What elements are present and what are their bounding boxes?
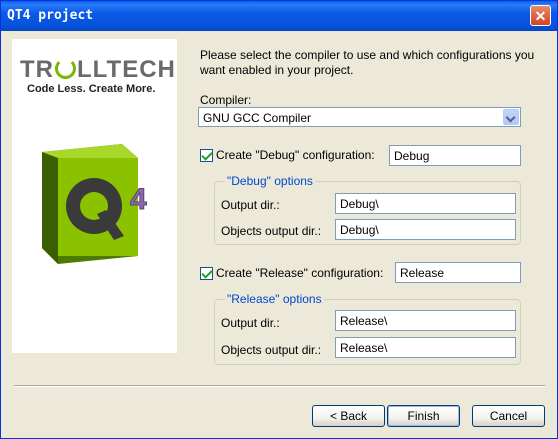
compiler-label: Compiler:	[200, 93, 252, 107]
debug-config-name-value: Debug	[394, 149, 430, 163]
qt4-logo-icon: 4	[42, 144, 148, 264]
finish-button[interactable]: Finish	[387, 405, 460, 427]
chevron-down-icon[interactable]	[503, 109, 519, 125]
close-button[interactable]: ✕	[530, 5, 551, 26]
debug-objects-dir-input[interactable]: Debug\	[335, 219, 516, 240]
power-icon	[55, 58, 76, 79]
release-config-name-value: Release	[400, 266, 445, 280]
release-output-dir-value: Release\	[340, 314, 388, 328]
release-output-dir-input[interactable]: Release\	[335, 310, 516, 331]
debug-options-title: "Debug" options	[225, 174, 315, 188]
debug-checkbox[interactable]	[200, 149, 213, 162]
debug-output-dir-input[interactable]: Debug\	[335, 193, 516, 214]
branding-panel: TR LLTECH Code Less. Create More. 4	[12, 39, 177, 353]
back-button[interactable]: < Back	[312, 405, 385, 427]
debug-output-dir-label: Output dir.:	[221, 198, 280, 212]
release-checkbox-label: Create "Release" configuration:	[216, 266, 384, 280]
cancel-button[interactable]: Cancel	[472, 405, 545, 427]
tagline: Code Less. Create More.	[27, 83, 156, 95]
release-output-dir-label: Output dir.:	[221, 316, 280, 330]
logo-text-left: TR	[20, 56, 54, 83]
q4-digit: 4	[130, 183, 147, 216]
footer-separator	[14, 385, 545, 387]
release-config-name-input[interactable]: Release	[395, 262, 521, 283]
window-title: QT4 project	[7, 8, 94, 23]
release-options-title: "Release" options	[225, 292, 324, 306]
intro-text: Please select the compiler to use and wh…	[200, 48, 535, 77]
debug-output-dir-value: Debug\	[340, 197, 379, 211]
release-objects-dir-value: Release\	[340, 341, 388, 355]
release-objects-dir-input[interactable]: Release\	[335, 337, 516, 358]
release-checkbox[interactable]	[200, 267, 213, 280]
debug-config-name-input[interactable]: Debug	[389, 145, 521, 166]
compiler-selected-value: GNU GCC Compiler	[203, 111, 312, 125]
logo-text-right: LLTECH	[77, 56, 176, 83]
dialog-window: QT4 project ✕ TR LLTECH Code Less. Create…	[0, 0, 558, 439]
debug-checkbox-label: Create "Debug" configuration:	[216, 148, 375, 162]
compiler-dropdown[interactable]: GNU GCC Compiler	[198, 107, 521, 127]
trolltech-logo: TR LLTECH	[20, 56, 176, 84]
release-objects-dir-label: Objects output dir.:	[221, 343, 322, 357]
title-bar[interactable]: QT4 project ✕	[1, 1, 557, 31]
debug-objects-dir-value: Debug\	[340, 223, 379, 237]
debug-objects-dir-label: Objects output dir.:	[221, 224, 322, 238]
